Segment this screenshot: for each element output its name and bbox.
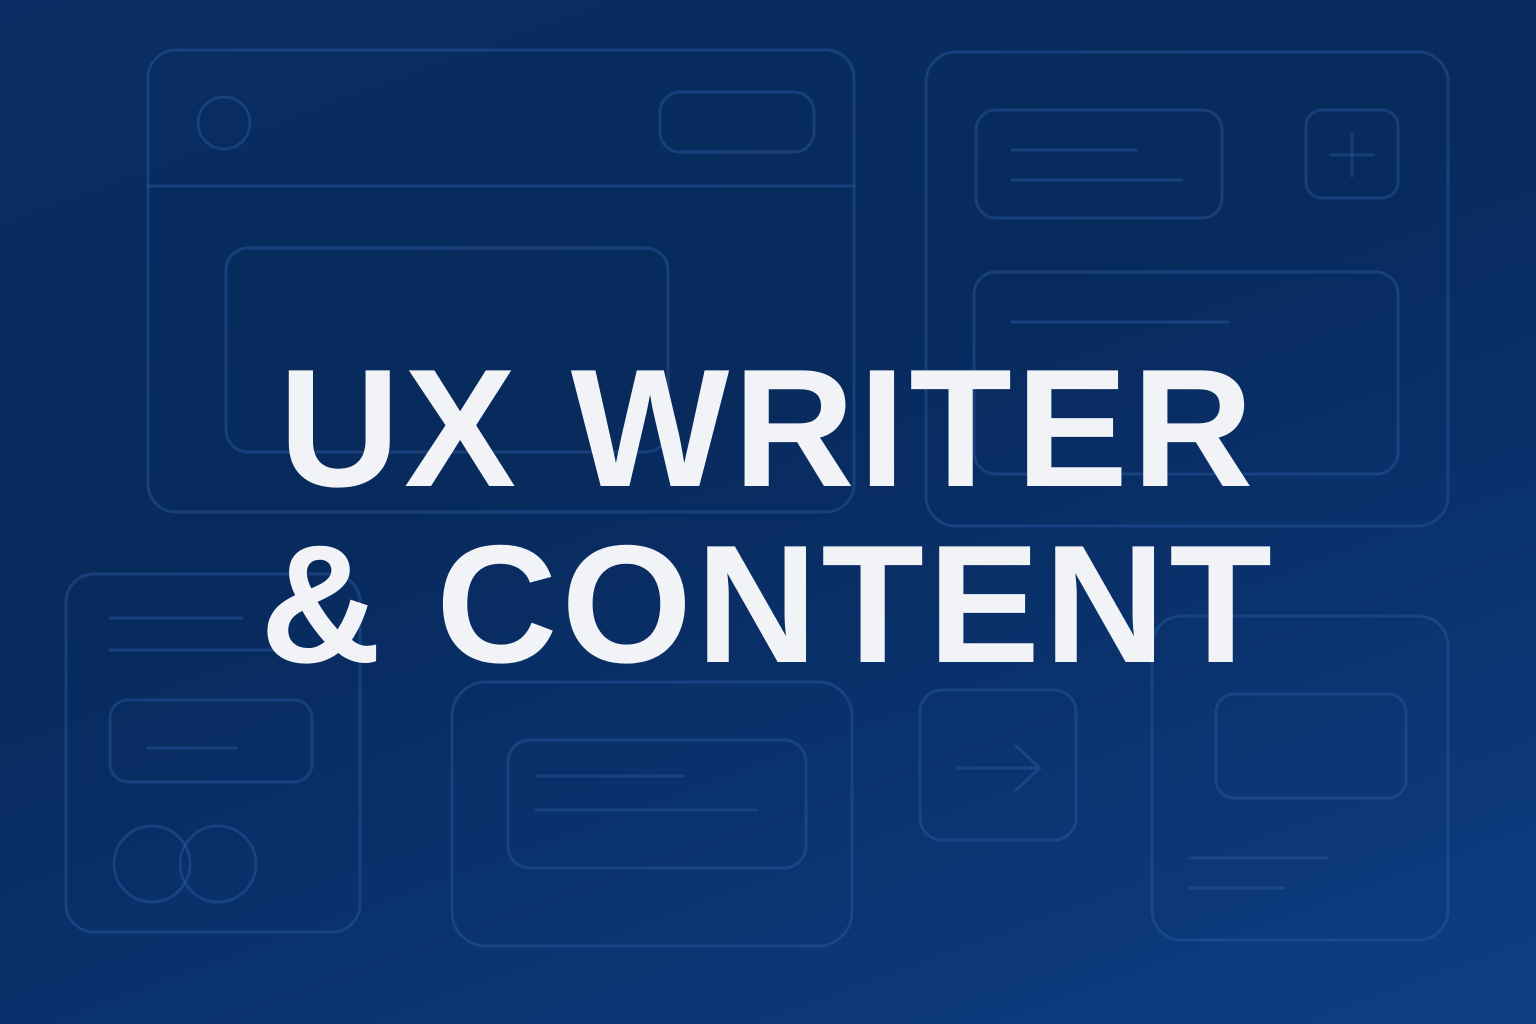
circle-icon xyxy=(196,95,252,151)
headline-line-2: & CONTENT xyxy=(260,510,1276,698)
headline: UX WRITER & CONTENT xyxy=(0,340,1536,692)
wireframe-arrow-button xyxy=(918,688,1078,842)
headline-line-1: UX WRITER xyxy=(278,334,1258,522)
wireframe-card-bottom-middle xyxy=(450,680,854,948)
